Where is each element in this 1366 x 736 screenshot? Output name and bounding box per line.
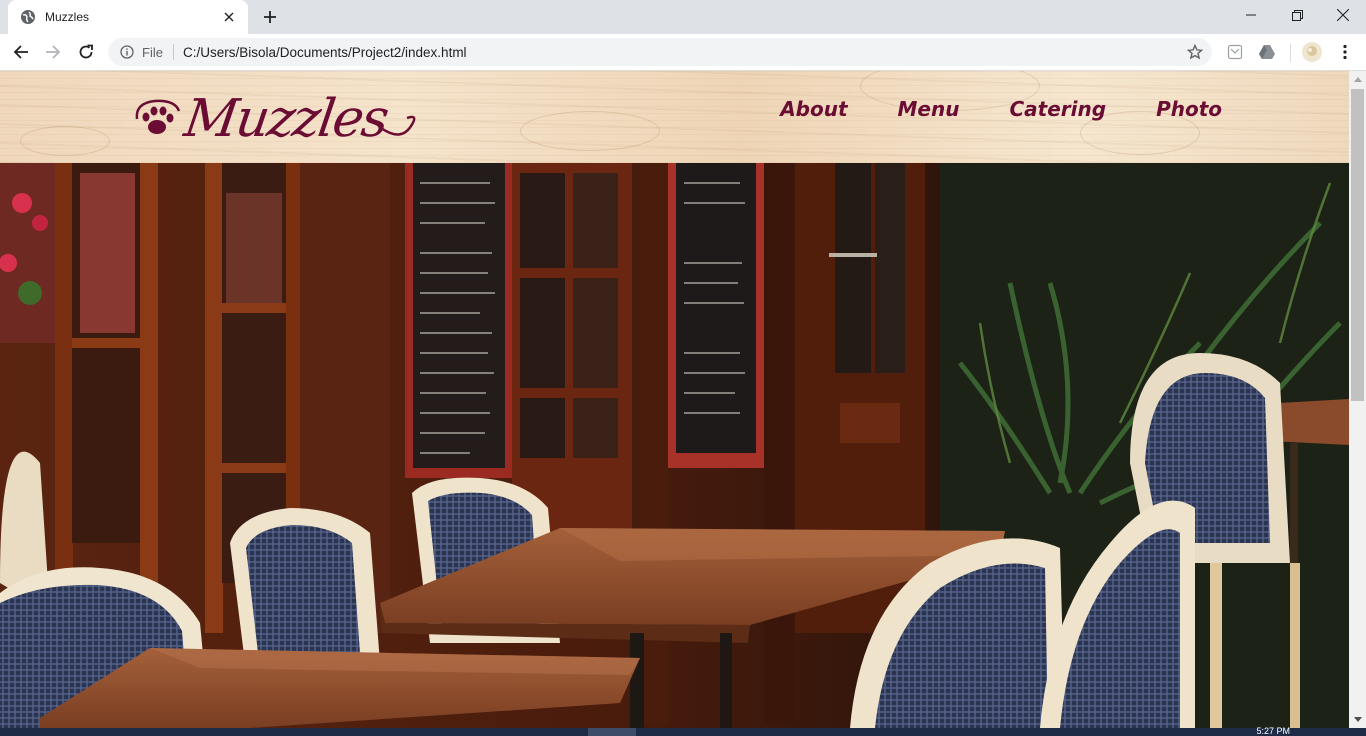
hero-image: [0, 163, 1349, 728]
nav-photo[interactable]: Photo: [1156, 97, 1222, 121]
wood-grain: [20, 126, 110, 156]
nav-about[interactable]: About: [780, 97, 847, 121]
profile-avatar[interactable]: [1302, 42, 1322, 62]
scheme-label: File: [142, 44, 163, 60]
back-icon[interactable]: [8, 39, 34, 65]
browser-tab[interactable]: Muzzles: [8, 0, 248, 34]
main-nav: About Menu Catering Photo: [730, 97, 1222, 121]
url-text[interactable]: C:/Users/Bisola/Documents/Project2/index…: [183, 45, 1186, 60]
scroll-down-icon[interactable]: [1349, 711, 1366, 728]
menu-icon[interactable]: [1336, 43, 1354, 61]
scrollbar-thumb[interactable]: [1351, 89, 1364, 401]
restore-icon[interactable]: [1274, 0, 1320, 30]
address-bar[interactable]: File C:/Users/Bisola/Documents/Project2/…: [108, 38, 1212, 66]
browser-toolbar: File C:/Users/Bisola/Documents/Project2/…: [0, 34, 1366, 71]
page-scrollbar[interactable]: [1349, 71, 1366, 728]
divider: [172, 44, 174, 60]
nav-menu[interactable]: Menu: [898, 97, 960, 121]
cafe-terrace-photo: [0, 163, 1349, 728]
star-icon[interactable]: [1186, 43, 1204, 61]
extension-icon[interactable]: [1226, 43, 1244, 61]
paw-icon: [135, 99, 181, 134]
close-icon[interactable]: [1320, 0, 1366, 30]
reload-icon[interactable]: [73, 39, 99, 65]
drive-icon[interactable]: [1258, 43, 1276, 61]
nav-catering[interactable]: Catering: [1009, 97, 1106, 121]
site-header: Muzzles About Menu Catering Photo: [0, 71, 1349, 163]
os-taskbar: 5:27 PM: [0, 726, 1366, 736]
tab-strip: Muzzles: [0, 0, 1366, 34]
tab-title: Muzzles: [45, 10, 90, 24]
forward-icon[interactable]: [40, 39, 66, 65]
scroll-up-icon[interactable]: [1349, 71, 1366, 88]
plus-icon[interactable]: [259, 6, 281, 28]
page-viewport: Muzzles About Menu Catering Photo: [0, 71, 1349, 728]
site-logo[interactable]: Muzzles: [133, 81, 421, 157]
taskbar-clock: 5:27 PM: [1256, 726, 1290, 736]
minimize-icon[interactable]: [1228, 0, 1274, 30]
divider: [1290, 44, 1291, 62]
taskbar-chrome-item[interactable]: [588, 728, 636, 736]
close-icon[interactable]: [220, 8, 238, 26]
wood-grain: [520, 111, 660, 151]
logo-text: Muzzles: [180, 89, 391, 149]
globe-icon: [20, 9, 36, 25]
info-icon[interactable]: [120, 45, 134, 59]
